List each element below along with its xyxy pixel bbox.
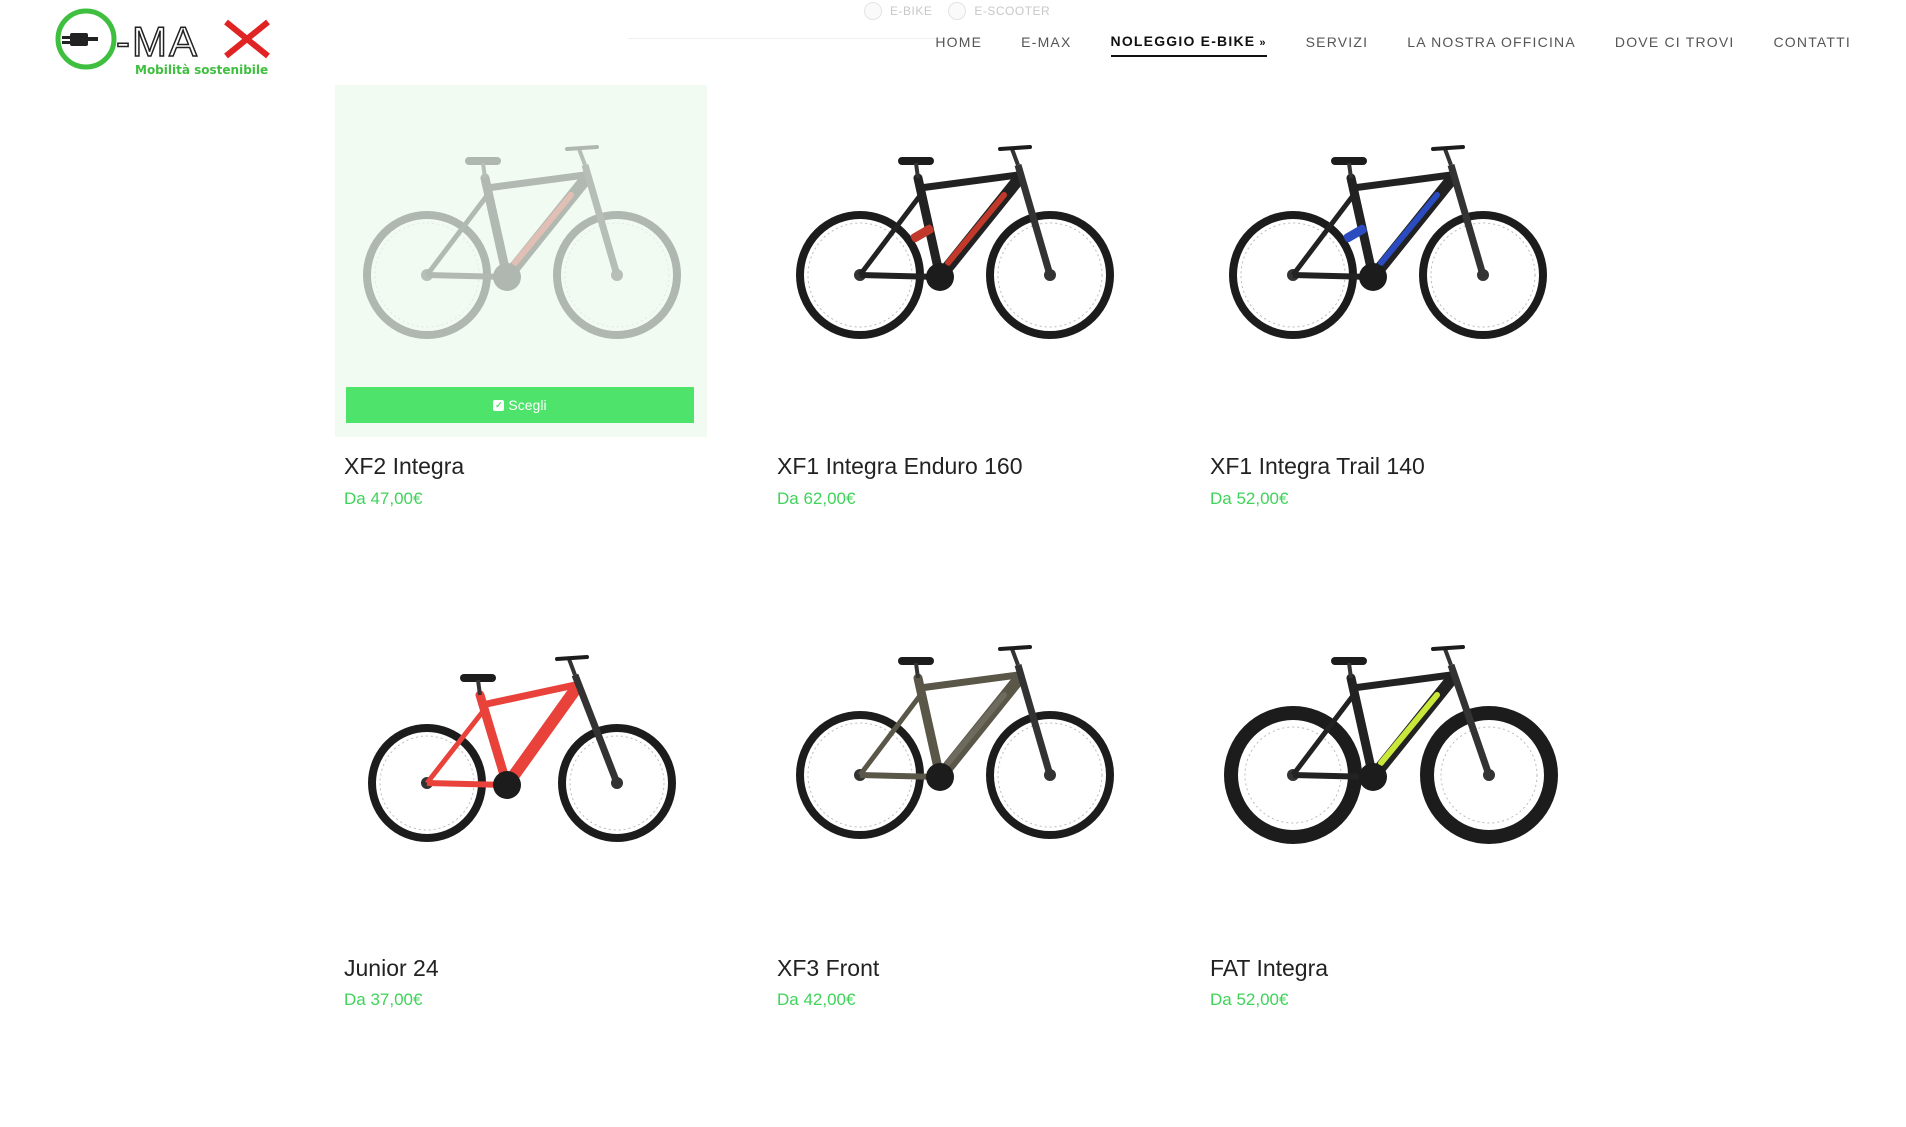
category-filters: E-BIKE E-SCOOTER bbox=[864, 2, 1050, 20]
product-price: Da 47,00€ bbox=[344, 489, 423, 508]
product-card[interactable]: FAT Integra Da 52,00€ bbox=[1201, 585, 1573, 1009]
bike-drawing bbox=[796, 645, 1114, 839]
product-title[interactable]: XF3 Front bbox=[777, 955, 879, 982]
nav-contatti[interactable]: CONTATTI bbox=[1773, 34, 1851, 56]
site-header: -MA Mobilità sostenibile E-BIKE E-SCOOTE… bbox=[0, 0, 1906, 84]
product-image[interactable] bbox=[768, 85, 1140, 437]
bike-drawing bbox=[363, 145, 681, 339]
product-price: Da 52,00€ bbox=[1210, 489, 1289, 508]
emax-logo[interactable]: -MA Mobilità sostenibile bbox=[54, 6, 274, 78]
product-image-area[interactable] bbox=[1201, 85, 1573, 437]
product-title[interactable]: Junior 24 bbox=[344, 955, 439, 982]
product-image-area[interactable] bbox=[335, 585, 707, 937]
product-image[interactable] bbox=[1201, 85, 1573, 437]
svg-text:-MA: -MA bbox=[116, 18, 199, 65]
product-price: Da 37,00€ bbox=[344, 990, 423, 1009]
bike-drawing bbox=[368, 655, 676, 842]
filter-ebike[interactable]: E-BIKE bbox=[864, 2, 932, 20]
product-price: Da 52,00€ bbox=[1210, 990, 1289, 1009]
product-card[interactable]: XF3 Front Da 42,00€ bbox=[768, 585, 1140, 1009]
nav-home[interactable]: HOME bbox=[935, 34, 982, 56]
product-image[interactable] bbox=[335, 85, 707, 437]
main-nav: HOME E-MAX NOLEGGIO E-BIKE» SERVIZI LA N… bbox=[935, 33, 1851, 57]
radio-icon[interactable] bbox=[864, 2, 882, 20]
product-image[interactable] bbox=[335, 585, 707, 937]
product-card[interactable]: ✓ Scegli XF2 Integra Da 47,00€ bbox=[335, 85, 707, 508]
product-image[interactable] bbox=[768, 585, 1140, 937]
product-image-area[interactable] bbox=[1201, 585, 1573, 937]
bike-drawing bbox=[1229, 145, 1547, 339]
filter-escooter[interactable]: E-SCOOTER bbox=[948, 2, 1050, 20]
nav-dove-ci-trovi[interactable]: DOVE CI TROVI bbox=[1615, 34, 1735, 56]
filter-label: E-SCOOTER bbox=[974, 4, 1051, 18]
bike-drawing bbox=[796, 145, 1114, 339]
product-image-area[interactable]: ✓ Scegli bbox=[335, 85, 707, 437]
filter-divider bbox=[628, 38, 958, 39]
product-card[interactable]: Junior 24 Da 37,00€ bbox=[335, 585, 707, 1009]
bike-drawing bbox=[1224, 645, 1558, 844]
product-image[interactable] bbox=[1201, 585, 1573, 937]
product-image-area[interactable] bbox=[768, 85, 1140, 437]
product-title[interactable]: XF1 Integra Trail 140 bbox=[1210, 453, 1425, 480]
nav-noleggio-label: NOLEGGIO E-BIKE bbox=[1110, 33, 1256, 49]
radio-icon[interactable] bbox=[948, 2, 967, 20]
choose-label: Scegli bbox=[508, 397, 547, 413]
checkbox-icon: ✓ bbox=[493, 399, 505, 411]
product-price: Da 62,00€ bbox=[777, 489, 856, 508]
chevron-double-down-icon: » bbox=[1259, 37, 1267, 49]
product-card[interactable]: XF1 Integra Enduro 160 Da 62,00€ bbox=[768, 85, 1140, 508]
product-card[interactable]: XF1 Integra Trail 140 Da 52,00€ bbox=[1201, 85, 1573, 508]
product-price: Da 42,00€ bbox=[777, 990, 856, 1009]
nav-officina[interactable]: LA NOSTRA OFFICINA bbox=[1407, 34, 1576, 56]
product-title[interactable]: FAT Integra bbox=[1210, 955, 1328, 982]
choose-button[interactable]: ✓ Scegli bbox=[346, 387, 694, 423]
nav-noleggio-ebike[interactable]: NOLEGGIO E-BIKE» bbox=[1110, 33, 1267, 57]
nav-servizi[interactable]: SERVIZI bbox=[1306, 34, 1369, 56]
product-title[interactable]: XF2 Integra bbox=[344, 453, 464, 480]
filter-label: E-BIKE bbox=[890, 4, 933, 18]
product-title[interactable]: XF1 Integra Enduro 160 bbox=[777, 453, 1023, 480]
nav-emax[interactable]: E-MAX bbox=[1021, 34, 1071, 56]
logo-tagline: Mobilità sostenibile bbox=[135, 63, 268, 77]
product-image-area[interactable] bbox=[768, 585, 1140, 937]
